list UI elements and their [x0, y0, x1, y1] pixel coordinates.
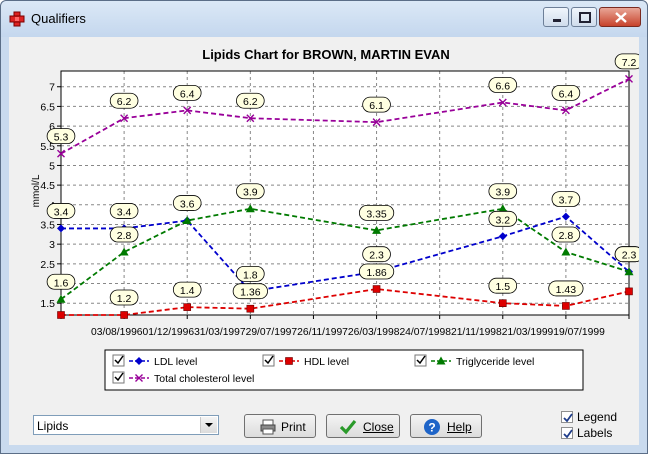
legend-entry-label: HDL level [304, 356, 349, 368]
printer-icon [260, 419, 276, 435]
legend-check-box[interactable] [561, 411, 573, 423]
data-label: 3.2 [495, 214, 510, 226]
data-point-marker [498, 299, 507, 307]
maximize-icon [579, 12, 591, 23]
data-label: 6.4 [559, 88, 574, 100]
data-label: 6.2 [243, 96, 258, 108]
data-label: 3.9 [495, 187, 510, 199]
close-button[interactable]: Close [326, 414, 400, 438]
y-tick-label: 3.5 [40, 219, 55, 231]
data-point-marker [285, 357, 293, 365]
y-tick-label: 4.5 [40, 180, 55, 192]
window: Qualifiers Lipids Chart for BROWN, MARTI… [0, 0, 648, 454]
maximize-button[interactable] [571, 7, 597, 27]
plot-area [61, 71, 629, 315]
data-label: 3.4 [54, 206, 69, 218]
data-label: 1.43 [556, 284, 577, 296]
data-label: 1.5 [495, 281, 510, 293]
y-tick-label: 2.5 [40, 259, 55, 271]
x-tick-labels: 03/08/199601/12/199631/03/199729/07/1997… [91, 327, 605, 338]
window-title: Qualifiers [31, 11, 86, 26]
legend-entry-label: LDL level [154, 356, 197, 368]
data-label: 2.8 [559, 230, 574, 242]
checkmark-icon [563, 413, 573, 423]
chart-panel: Lipids Chart for BROWN, MARTIN EVAN mmol… [9, 37, 644, 397]
bottom-toolbar: Lipids Print Close ? Help Legend Labels [9, 399, 639, 445]
checkmark-icon [563, 429, 573, 439]
data-label: 3.7 [559, 195, 574, 207]
y-tick-label: 3 [49, 239, 55, 251]
data-label: 1.86 [366, 267, 387, 279]
legend-entry-label: Triglyceride level [456, 356, 534, 368]
title-bar: Qualifiers [1, 1, 647, 37]
chart-type-value: Lipids [37, 419, 69, 433]
close-window-button[interactable] [599, 7, 641, 27]
data-label: 2.3 [369, 250, 384, 262]
data-label: 1.4 [180, 285, 195, 297]
print-label: Print [281, 420, 306, 434]
data-label: 1.8 [243, 269, 258, 281]
print-button[interactable]: Print [244, 414, 316, 438]
svg-text:?: ? [428, 421, 435, 435]
chevron-down-icon[interactable] [200, 417, 217, 433]
data-label: 5.3 [54, 132, 69, 144]
data-point-marker [625, 287, 633, 296]
labels-checkbox-label: Labels [577, 426, 613, 440]
legend-checkbox-label: Legend [577, 410, 618, 424]
data-label: 3.6 [180, 199, 195, 211]
data-point-marker [57, 311, 65, 319]
help-icon: ? [424, 419, 440, 435]
data-point-marker [120, 311, 128, 319]
minimize-icon [553, 19, 561, 22]
data-label: 6.4 [180, 88, 195, 100]
y-tick-label: 7 [49, 82, 55, 94]
data-point-marker [246, 304, 255, 313]
app-cross-icon [9, 11, 25, 27]
lipids-chart: Lipids Chart for BROWN, MARTIN EVAN mmol… [31, 47, 644, 391]
help-button[interactable]: ? Help [410, 414, 482, 438]
data-point-marker [562, 302, 570, 310]
close-icon [615, 12, 627, 23]
data-label: 6.1 [369, 100, 384, 112]
y-tick-label: 1.5 [40, 298, 55, 310]
data-label: 1.2 [117, 293, 132, 305]
data-label: 7.2 [622, 57, 637, 69]
data-label: 6.2 [117, 96, 132, 108]
data-label: 3.4 [117, 206, 132, 218]
chart-title: Lipids Chart for BROWN, MARTIN EVAN [202, 47, 449, 62]
data-point-marker [183, 303, 192, 311]
data-label: 1.6 [54, 277, 69, 289]
data-label: 3.35 [366, 208, 387, 220]
y-tick-label: 5 [49, 160, 55, 172]
data-label: 1.36 [240, 287, 261, 299]
data-label: 3.9 [243, 187, 258, 199]
data-label: 6.6 [495, 80, 510, 92]
chart-type-select[interactable]: Lipids [33, 415, 219, 435]
checkmark-icon [339, 419, 357, 435]
client-area: Lipids Chart for BROWN, MARTIN EVAN mmol… [9, 37, 644, 445]
labels-check-box[interactable] [561, 427, 573, 439]
data-label: 2.8 [117, 230, 132, 242]
data-label: 2.3 [622, 250, 637, 262]
data-point-marker [372, 285, 381, 293]
help-label: Help [447, 420, 472, 434]
y-tick-label: 6.5 [40, 101, 55, 113]
close-label: Close [363, 420, 394, 434]
minimize-button[interactable] [543, 7, 569, 27]
legend-entry-label: Total cholesterol level [154, 373, 254, 385]
